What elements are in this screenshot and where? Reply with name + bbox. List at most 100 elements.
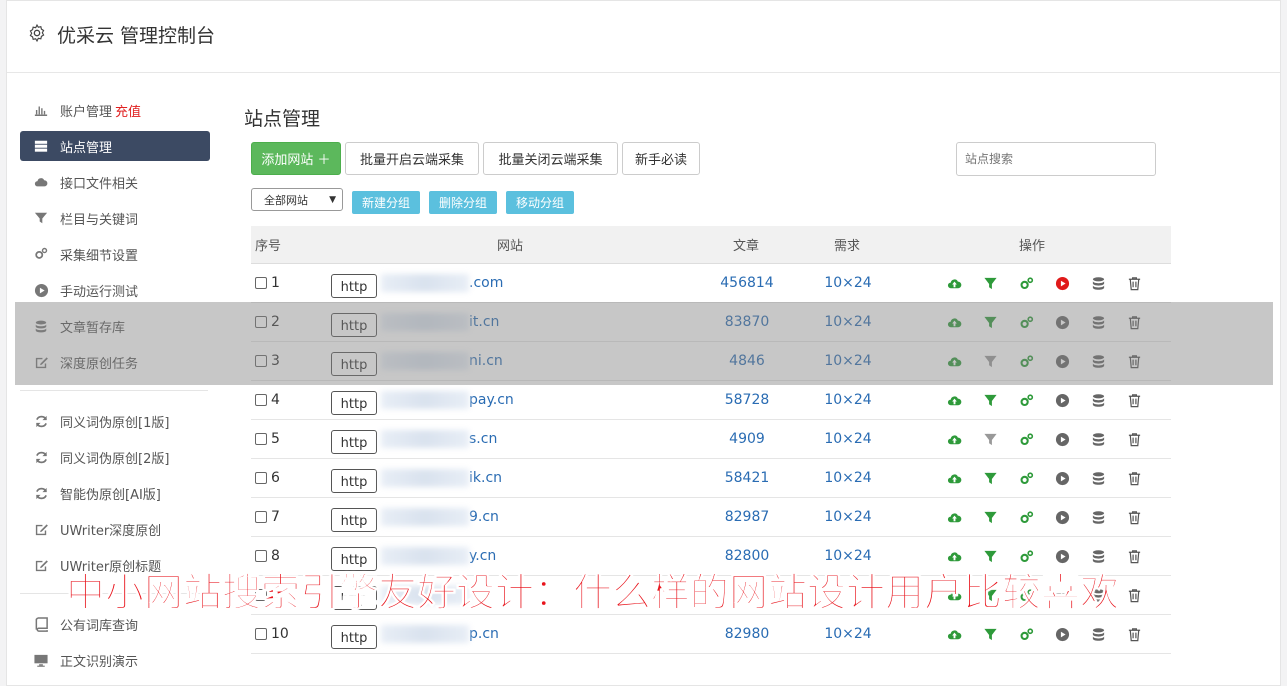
trash-icon[interactable] [1116,264,1152,302]
move-group-button[interactable]: 移动分组 [506,191,574,214]
site-link[interactable]: p.cn [469,626,499,642]
database-icon[interactable] [1080,381,1116,419]
table-row: 6 http ik.cn 58421 10×24 [251,459,1171,498]
site-cell: p.cn [381,615,499,653]
article-count[interactable]: 82987 [706,498,788,536]
sidebar-item-label: 手动运行测试 [60,284,139,300]
site-search-input[interactable] [956,142,1156,176]
cloud-upload-icon[interactable] [936,615,972,653]
ops-cell [936,615,1152,653]
filter-icon[interactable] [972,498,1008,536]
cogs-icon[interactable] [1008,264,1044,302]
article-count[interactable]: 58421 [706,459,788,497]
demand-value[interactable]: 10×24 [811,615,885,653]
sidebar-item-b0[interactable]: 同义词伪原创[1版] [20,403,210,439]
sidebar-item-label: 栏目与关键词 [60,212,139,228]
article-count[interactable]: 82980 [706,615,788,653]
sidebar-item-a3[interactable]: 栏目与关键词 [20,200,210,236]
recharge-link[interactable]: 充值 [115,101,141,120]
http-badge[interactable]: http [331,625,377,649]
row-no: 1 [271,275,280,291]
play-icon[interactable] [1044,420,1080,458]
site-link[interactable]: pay.cn [469,392,514,408]
cogs-icon[interactable] [1008,420,1044,458]
database-icon[interactable] [1080,615,1116,653]
http-badge[interactable]: http [331,469,377,493]
row-checkbox[interactable] [255,511,267,523]
demand-value[interactable]: 10×24 [811,381,885,419]
trash-icon[interactable] [1116,381,1152,419]
add-site-button[interactable]: 添加网站 ＋ [251,142,341,175]
delete-group-button[interactable]: 删除分组 [429,191,497,214]
database-icon[interactable] [1080,498,1116,536]
trash-icon[interactable] [1116,498,1152,536]
filter-icon[interactable] [972,459,1008,497]
sidebar-item-b3[interactable]: UWriter深度原创 [20,511,210,547]
database-icon[interactable] [1080,264,1116,302]
article-count[interactable]: 456814 [706,264,788,302]
redacted-domain [381,430,469,448]
demand-value[interactable]: 10×24 [811,264,885,302]
sidebar-item-a2[interactable]: 接口文件相关 [20,164,210,200]
cloud-upload-icon[interactable] [936,459,972,497]
site-link[interactable]: ik.cn [469,470,502,486]
trash-icon[interactable] [1116,420,1152,458]
row-checkbox[interactable] [255,472,267,484]
sidebar-item-a4[interactable]: 采集细节设置 [20,236,210,272]
site-link[interactable]: .com [469,275,503,291]
play-icon[interactable] [1044,264,1080,302]
article-count[interactable]: 58728 [706,381,788,419]
row-checkbox[interactable] [255,394,267,406]
cogs-icon[interactable] [1008,381,1044,419]
cogs-icon[interactable] [1008,615,1044,653]
sidebar-item-b1[interactable]: 同义词伪原创[2版] [20,439,210,475]
cloud-upload-icon[interactable] [936,420,972,458]
new-group-button[interactable]: 新建分组 [352,191,420,214]
cloud-upload-icon[interactable] [936,381,972,419]
play-icon[interactable] [1044,381,1080,419]
row-no: 5 [271,431,280,447]
article-count[interactable]: 4909 [706,420,788,458]
trash-icon[interactable] [1116,537,1152,575]
http-badge[interactable]: http [331,430,377,454]
refresh-icon [32,449,50,465]
sidebar-item-label: 同义词伪原创[2版] [60,451,170,467]
filter-icon[interactable] [972,381,1008,419]
filter-icon[interactable] [972,420,1008,458]
site-link[interactable]: 9.cn [469,509,499,525]
filter-icon[interactable] [972,615,1008,653]
cogs-icon[interactable] [1008,498,1044,536]
play-icon[interactable] [1044,615,1080,653]
batch-close-cloud-button[interactable]: 批量关闭云端采集 [483,142,618,175]
filter-icon[interactable] [972,264,1008,302]
trash-icon[interactable] [1116,615,1152,653]
trash-icon[interactable] [1116,576,1152,614]
http-badge[interactable]: http [331,274,377,298]
group-select[interactable]: 全部网站 ▼ [251,188,343,211]
play-icon[interactable] [1044,459,1080,497]
row-checkbox[interactable] [255,550,267,562]
cloud-upload-icon[interactable] [936,264,972,302]
cloud-upload-icon[interactable] [936,498,972,536]
trash-icon[interactable] [1116,459,1152,497]
sidebar-item-b2[interactable]: 智能伪原创[AI版] [20,475,210,511]
sidebar-item-c1[interactable]: 正文识别演示 [20,642,210,678]
sidebar-item-a1[interactable]: 站点管理 [20,131,210,161]
demand-value[interactable]: 10×24 [811,459,885,497]
row-checkbox[interactable] [255,628,267,640]
play-icon[interactable] [1044,498,1080,536]
demand-value[interactable]: 10×24 [811,498,885,536]
demand-value[interactable]: 10×24 [811,420,885,458]
http-badge[interactable]: http [331,391,377,415]
newbie-guide-button[interactable]: 新手必读 [622,142,700,175]
http-badge[interactable]: http [331,508,377,532]
cogs-icon[interactable] [1008,459,1044,497]
site-link[interactable]: s.cn [469,431,497,447]
row-checkbox[interactable] [255,277,267,289]
sidebar-item-a0[interactable]: 账户管理 充值 [20,92,210,128]
row-checkbox[interactable] [255,433,267,445]
database-icon[interactable] [1080,459,1116,497]
batch-open-cloud-button[interactable]: 批量开启云端采集 [345,142,479,175]
database-icon[interactable] [1080,420,1116,458]
site-cell: 9.cn [381,498,499,536]
